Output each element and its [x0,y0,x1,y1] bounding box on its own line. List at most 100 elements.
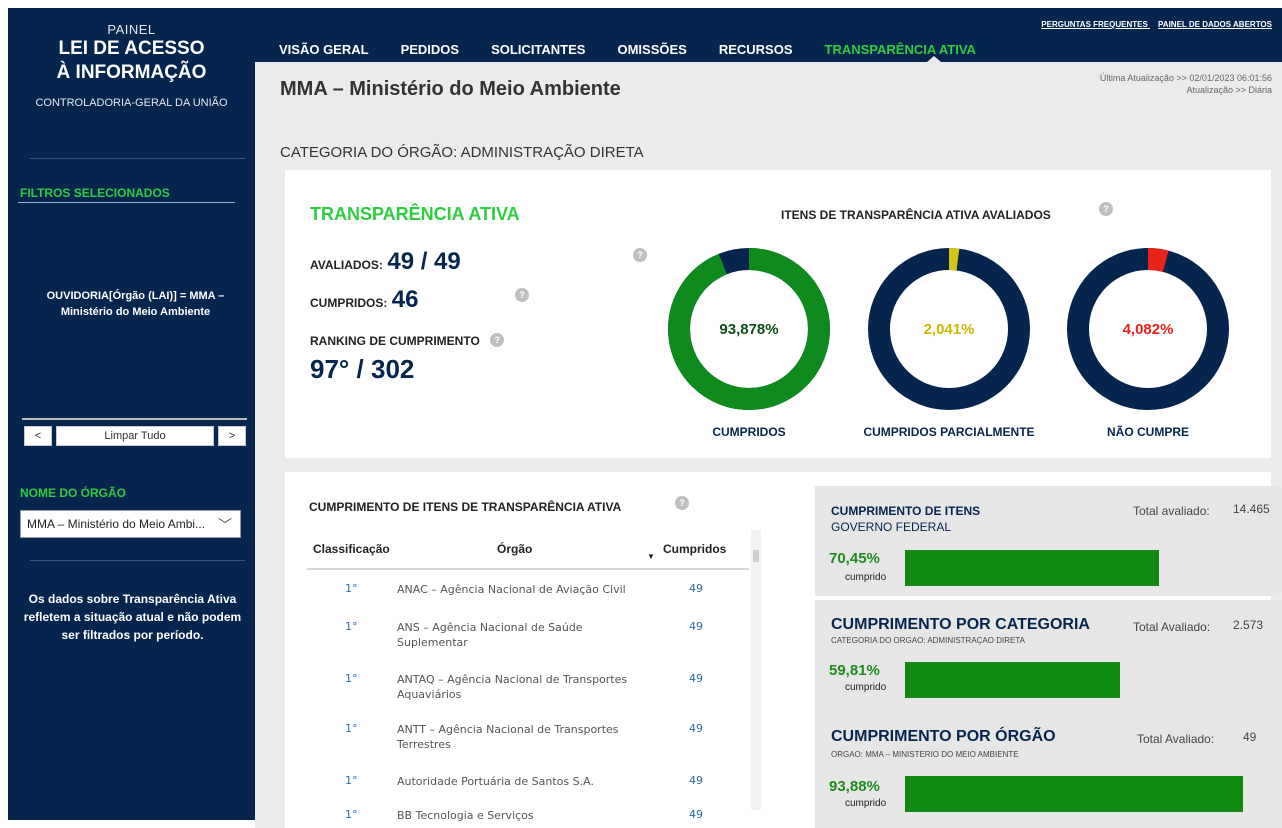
metric-pct: 59,81% [829,662,880,679]
row-value: 49 [689,722,703,735]
scrollbar-thumb[interactable] [753,550,759,562]
help-icon[interactable]: ? [633,248,647,262]
divider [30,158,245,159]
tab-omissoes[interactable]: OMISSÕES [617,42,686,57]
table-row[interactable]: 1° ANTT – Agência Nacional de Transporte… [307,722,749,754]
org-select[interactable]: MMA – Ministério do Meio Ambi... ﹀ [20,510,241,538]
metric-total-label: Total Avaliado: [1133,620,1211,634]
row-value: 49 [689,620,703,633]
row-org: ANTT – Agência Nacional de Transportes T… [397,723,619,751]
table-row[interactable]: 1° ANS – Agência Nacional de Saúde Suple… [307,620,749,652]
col-org[interactable]: Órgão [497,542,532,556]
top-links: PERGUNTAS FREQUENTES PAINEL DE DADOS ABE… [1033,20,1272,29]
col-rank[interactable]: Classificação [313,542,390,556]
table-scrollbar[interactable] [751,530,761,810]
last-update: Última Atualização >> 02/01/2023 06:01:5… [1099,73,1272,83]
filter-nav-buttons: < Limpar Tudo > [22,418,247,446]
details-card: CUMPRIMENTO DE ITENS DE TRANSPARÊNCIA AT… [285,472,1281,828]
metric-pct: 70,45% [829,550,880,567]
metric-total-value: 14.465 [1233,502,1270,516]
help-icon[interactable]: ? [675,496,689,510]
row-org: BB Tecnologia e Serviços [397,809,534,822]
fulfilled-stat: CUMPRIDOS: 46 [310,286,419,314]
tab-visao-geral[interactable]: VISÃO GERAL [279,42,369,57]
table-header: Classificação Órgão Cumpridos ▼ [307,530,749,570]
ranking-label: RANKING DE CUMPRIMENTO ? [310,332,505,350]
col-value[interactable]: Cumpridos [663,542,726,556]
row-org: ANTAQ – Agência Nacional de Transportes … [397,673,628,701]
tab-recursos[interactable]: RECURSOS [719,42,793,57]
filters-title-underline [18,202,235,203]
metric-total-label: Total Avaliado: [1137,732,1215,746]
metric-panel-category: CUMPRIMENTO POR CATEGORIA CATEGORIA DO O… [815,600,1281,710]
sidebar-note: Os dados sobre Transparência Ativa refle… [23,592,242,642]
top-nav: PERGUNTAS FREQUENTES PAINEL DE DADOS ABE… [255,8,1282,62]
help-icon[interactable]: ? [515,288,529,302]
donut-partial: 2,041% [868,248,1030,410]
metric-panel-gov: CUMPRIMENTO DE ITENS GOVERNO FEDERAL Tot… [815,486,1281,596]
tab-solicitantes[interactable]: SOLICITANTES [491,42,585,57]
tab-transparencia-ativa[interactable]: TRANSPARÊNCIA ATIVA [825,42,976,57]
sidebar: PAINEL LEI DE ACESSO À INFORMAÇÃO CONTRO… [8,8,255,820]
active-tab-caret [927,56,941,62]
prev-button[interactable]: < [24,426,52,446]
metric-subtitle: GOVERNO FEDERAL [831,520,952,534]
row-org: Autoridade Portuária de Santos S.A. [397,775,594,788]
table-row[interactable]: 1° BB Tecnologia e Serviços 49 [307,808,749,828]
row-rank: 1° [345,722,358,735]
main-content: MMA – Ministério do Meio Ambiente Última… [255,62,1282,828]
tabs: VISÃO GERAL PEDIDOS SOLICITANTES OMISSÕE… [279,42,1008,57]
donut-percentage: 4,082% [1123,321,1174,338]
donut-label-not-fulfilled: NÃO CUMPRE [1106,425,1189,439]
donut-fulfilled: 93,878% [668,248,830,410]
sort-desc-icon[interactable]: ▼ [647,552,655,561]
row-rank: 1° [345,672,358,685]
metric-bar [905,776,1243,812]
evaluated-stat: AVALIADOS: 49 / 49 [310,248,461,276]
metric-caption: cumprido [845,572,887,583]
donut-percentage: 93,878% [719,321,778,338]
next-button[interactable]: > [218,426,246,446]
brand-small: PAINEL [107,22,156,37]
evaluated-value: 49 / 49 [387,248,461,275]
summary-title: TRANSPARÊNCIA ATIVA [310,204,520,224]
ranking-value: 97° / 302 [310,354,415,384]
update-info: Última Atualização >> 02/01/2023 06:01:5… [1100,72,1272,96]
brand-line-2: À INFORMAÇÃO [56,62,207,83]
metric-bar [905,662,1120,698]
row-value: 49 [689,808,703,821]
update-frequency: Atualização >> Diária [1186,85,1272,95]
divider [30,560,245,561]
row-value: 49 [689,672,703,685]
row-value: 49 [689,774,703,787]
metric-subtitle: CATEGORIA DO ORGAO: ADMINISTRAÇAO DIRETA [831,636,1025,645]
filters-title: FILTROS SELECIONADOS [20,186,170,200]
table-row[interactable]: 1° ANTAQ – Agência Nacional de Transport… [307,672,749,704]
metric-bar [905,550,1159,586]
metric-total-value: 2.573 [1233,618,1264,632]
org-name-title: NOME DO ÓRGÃO [20,486,127,500]
page-title: MMA – Ministério do Meio Ambiente [280,78,621,100]
clear-all-button[interactable]: Limpar Tudo [56,426,214,446]
open-data-link[interactable]: PAINEL DE DADOS ABERTOS [1158,20,1272,29]
table-row[interactable]: 1° Autoridade Portuária de Santos S.A. 4… [307,774,749,794]
metric-caption: cumprido [845,798,887,809]
tab-pedidos[interactable]: PEDIDOS [401,42,460,57]
brand-line-1: LEI DE ACESSO [58,38,205,59]
metric-subtitle: ORGAO: MMA – MINISTERIO DO MEIO AMBIENTE [831,750,1019,759]
row-rank: 1° [345,620,358,633]
help-icon[interactable]: ? [1099,202,1113,216]
metric-title: CUMPRIMENTO POR ÓRGÃO [831,728,1056,745]
donut-percentage: 2,041% [924,321,975,338]
chevron-down-icon: ﹀ [218,517,232,533]
row-org: ANS – Agência Nacional de Saúde Suplemen… [397,621,583,649]
faq-link[interactable]: PERGUNTAS FREQUENTES [1041,20,1148,29]
fulfilled-value: 46 [391,286,419,313]
table-row[interactable]: 1° ANAC – Agência Nacional de Aviação Ci… [307,582,749,602]
selected-filter-text: OUVIDORIA[Órgão (LAI)] = MMA – Ministéri… [46,290,225,318]
metric-total-label: Total avaliado: [1133,504,1210,518]
metric-title: CUMPRIMENTO DE ITENS [831,504,981,518]
metric-total-value: 49 [1243,730,1257,744]
evaluated-label: AVALIADOS: [310,258,383,272]
help-icon[interactable]: ? [490,333,505,347]
